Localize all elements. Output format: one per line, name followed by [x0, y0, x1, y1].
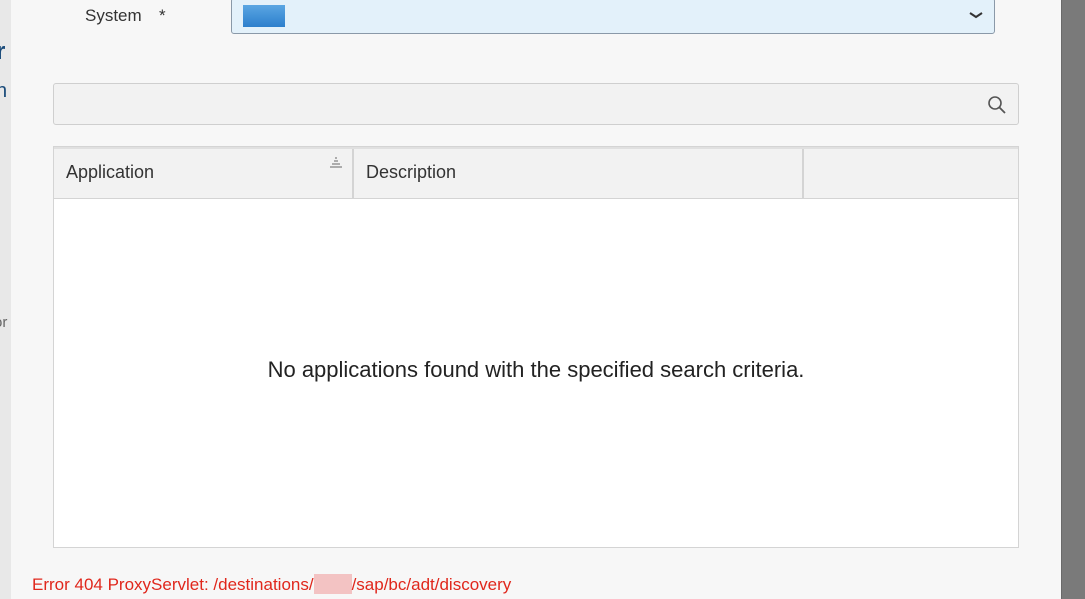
application-select-dialog: System * Application Description No appl… — [11, 0, 1061, 599]
system-select[interactable] — [231, 0, 995, 34]
search-icon[interactable] — [987, 95, 1007, 115]
column-header-extra[interactable] — [804, 149, 1018, 199]
error-suffix: /sap/bc/adt/discovery — [351, 575, 512, 594]
background-overlay — [1062, 0, 1085, 599]
search-input[interactable] — [62, 90, 966, 120]
required-indicator: * — [159, 6, 166, 25]
chevron-down-icon[interactable] — [968, 9, 984, 21]
applications-table: Application Description No applications … — [53, 146, 1019, 548]
system-value-redacted — [243, 5, 285, 27]
system-label: System — [85, 6, 142, 25]
empty-state-message: No applications found with the specified… — [267, 357, 805, 382]
column-header-description[interactable]: Description — [354, 149, 804, 199]
error-message: Error 404 ProxyServlet: /destinations/ /s… — [32, 574, 512, 595]
column-header-label: Application — [66, 162, 155, 182]
search-box — [53, 83, 1019, 125]
column-header-label: Description — [366, 162, 457, 182]
column-header-application[interactable]: Application — [54, 149, 354, 199]
redacted-destination — [313, 574, 352, 595]
table-header: Application Description — [54, 147, 1018, 199]
background-page: r n or — [0, 0, 11, 599]
error-prefix: Error 404 ProxyServlet: /destinations/ — [32, 575, 314, 594]
sort-ascending-icon — [330, 157, 342, 168]
